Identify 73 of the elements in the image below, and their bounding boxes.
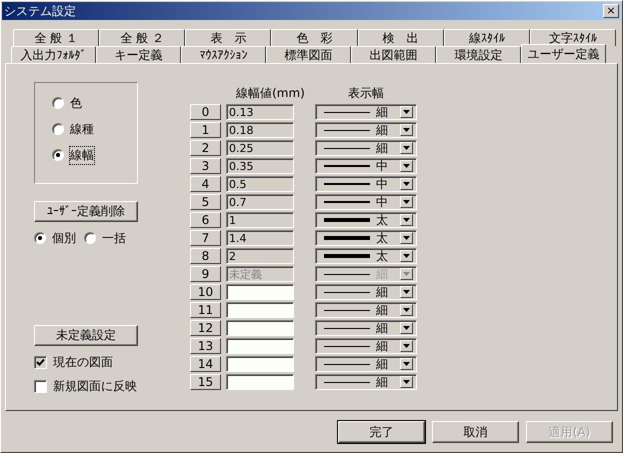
- width-dropdown[interactable]: 細: [315, 284, 417, 300]
- number-button[interactable]: 10: [190, 284, 221, 300]
- radio-button[interactable]: 線種: [52, 121, 137, 137]
- number-button[interactable]: 14: [190, 356, 221, 372]
- number-button[interactable]: 6: [190, 212, 221, 228]
- checkbox[interactable]: 新規図面に反映: [34, 378, 138, 394]
- value-field[interactable]: 0.35: [226, 158, 294, 174]
- width-dropdown[interactable]: 太: [315, 248, 417, 264]
- tab[interactable]: ユーザー定義: [521, 44, 606, 63]
- dialog-button[interactable]: 完了: [338, 421, 425, 443]
- tab[interactable]: 検 出: [358, 29, 444, 46]
- close-button[interactable]: ×: [603, 4, 619, 18]
- value-field[interactable]: 0.18: [226, 122, 294, 138]
- number-button[interactable]: 11: [190, 302, 221, 318]
- tab[interactable]: 入出力ﾌｫﾙﾀﾞ: [11, 46, 96, 63]
- width-dropdown[interactable]: 太: [315, 212, 417, 228]
- width-dropdown[interactable]: 中: [315, 176, 417, 192]
- tab[interactable]: 線ｽﾀｲﾙ: [444, 29, 530, 46]
- radio-button[interactable]: 個別: [34, 230, 76, 246]
- column-header: 表示幅: [347, 84, 385, 102]
- value-field[interactable]: 2: [226, 248, 294, 264]
- tab[interactable]: 色 彩: [271, 29, 358, 46]
- value-field[interactable]: 1.4: [226, 230, 294, 246]
- tab[interactable]: キー定義: [96, 46, 181, 63]
- number-button[interactable]: 1: [190, 122, 221, 138]
- width-dropdown[interactable]: 太: [315, 230, 417, 246]
- width-dropdown[interactable]: 細: [315, 140, 417, 156]
- value-field[interactable]: 0.25: [226, 140, 294, 156]
- width-dropdown[interactable]: 細: [315, 104, 417, 120]
- tab[interactable]: 環境設定: [436, 46, 521, 63]
- radio-button[interactable]: 色: [52, 95, 137, 111]
- number-button[interactable]: 5: [190, 194, 221, 210]
- number-button[interactable]: 2: [190, 140, 221, 156]
- width-dropdown[interactable]: 細: [315, 374, 417, 390]
- width-dropdown[interactable]: 細: [315, 338, 417, 354]
- width-dropdown[interactable]: 中: [315, 194, 417, 210]
- tab[interactable]: 全 般 ２: [99, 29, 186, 46]
- number-button[interactable]: 3: [190, 158, 221, 174]
- value-field[interactable]: 0.13: [226, 104, 294, 120]
- radio-button[interactable]: 線幅: [52, 147, 137, 163]
- value-field[interactable]: [226, 302, 294, 318]
- width-dropdown[interactable]: 中: [315, 158, 417, 174]
- value-field[interactable]: [226, 320, 294, 336]
- tab[interactable]: 出図範囲: [351, 46, 436, 63]
- width-dropdown[interactable]: 細: [315, 356, 417, 372]
- value-field[interactable]: 0.5: [226, 176, 294, 192]
- dialog-button[interactable]: 取消: [432, 421, 519, 443]
- radio-button[interactable]: 一括: [84, 230, 126, 246]
- number-button[interactable]: 7: [190, 230, 221, 246]
- number-button[interactable]: 4: [190, 176, 221, 192]
- column-header: 線幅値(mm): [235, 84, 306, 102]
- value-field[interactable]: [226, 374, 294, 390]
- number-button[interactable]: 13: [190, 338, 221, 354]
- number-button[interactable]: 8: [190, 248, 221, 264]
- checkbox[interactable]: 現在の図面: [34, 354, 138, 370]
- number-button[interactable]: 12: [190, 320, 221, 336]
- delete-button[interactable]: ﾕｰｻﾞｰ定義削除: [34, 201, 138, 222]
- width-dropdown[interactable]: 細: [315, 320, 417, 336]
- window-title: システム設定: [4, 2, 76, 20]
- value-field[interactable]: [226, 284, 294, 300]
- tab[interactable]: 表 示: [185, 29, 272, 46]
- tab[interactable]: ﾏｳｽｱｸｼｮﾝ: [181, 46, 266, 63]
- tab[interactable]: 標準図面: [266, 46, 351, 63]
- value-field[interactable]: 0.7: [226, 194, 294, 210]
- undefined-set-button[interactable]: 未定義設定: [34, 325, 138, 346]
- number-button[interactable]: 0: [190, 104, 221, 120]
- number-button[interactable]: 15: [190, 374, 221, 390]
- value-field[interactable]: 1: [226, 212, 294, 228]
- tab[interactable]: 全 般 １: [13, 29, 100, 46]
- width-dropdown[interactable]: 細: [315, 122, 417, 138]
- width-dropdown[interactable]: 細: [315, 302, 417, 318]
- value-field[interactable]: [226, 356, 294, 372]
- value-field[interactable]: [226, 338, 294, 354]
